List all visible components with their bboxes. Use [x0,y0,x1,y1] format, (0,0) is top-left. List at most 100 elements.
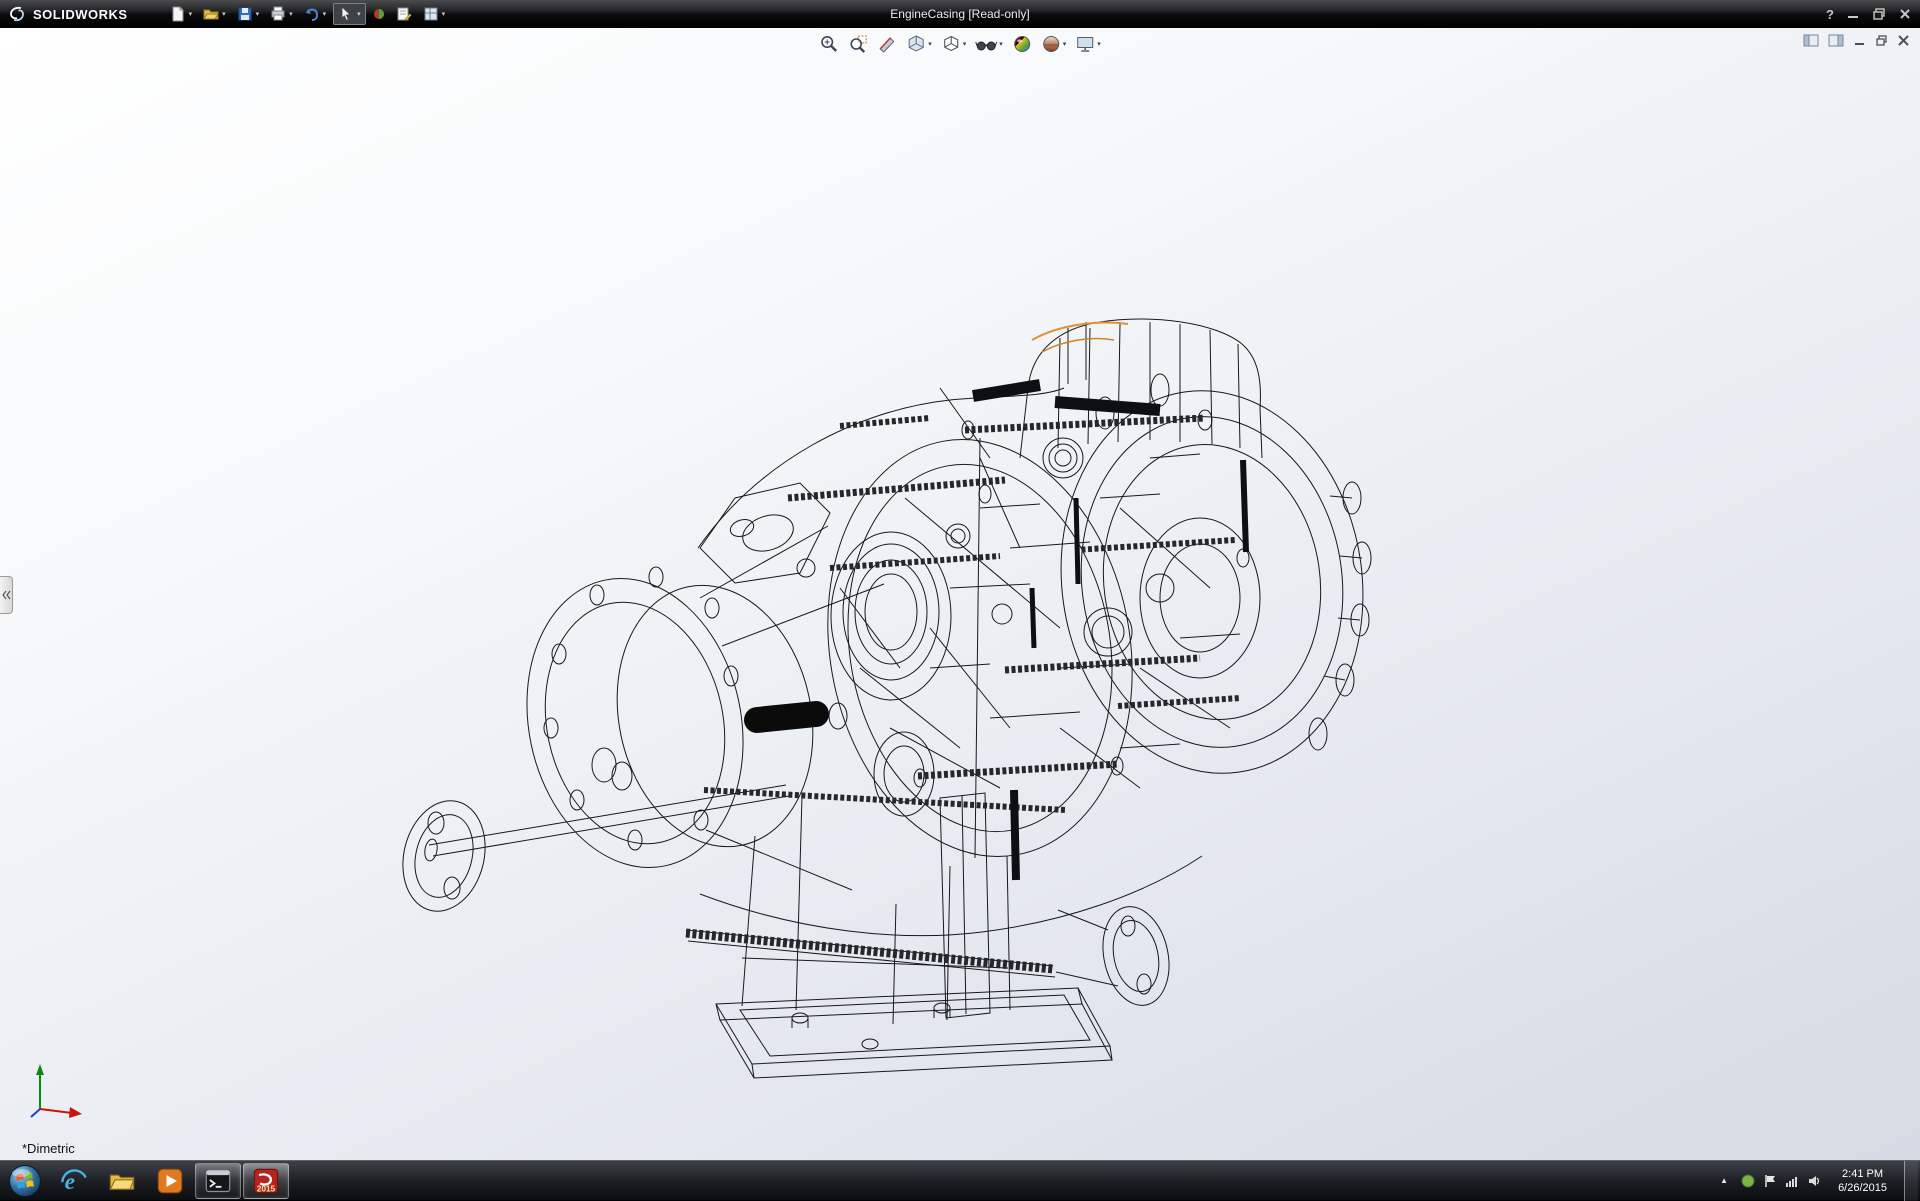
speaker-icon[interactable] [1807,1174,1821,1188]
zoom-to-area-icon [848,34,868,54]
heads-up-view-toolbar: ▾ ▾ ▾ [818,33,1102,55]
command-prompt-icon [204,1167,232,1195]
network-icon[interactable] [1785,1174,1799,1188]
view-orientation-button[interactable]: ▾ [905,33,933,55]
media-player-icon [156,1167,184,1195]
select-tool-button[interactable]: ▾ [333,3,366,25]
clock-date: 6/26/2015 [1838,1181,1887,1195]
view-cube-icon [906,34,926,54]
dropdown-caret-icon[interactable]: ▾ [928,41,932,48]
main-toolbar: ▾ ▾ ▾ ▾ [166,3,450,25]
file-properties-button[interactable] [392,3,416,25]
undo-arrow-icon [304,6,320,22]
system-tray: ▲ 2:41 PM 6/26/2015 [1716,1161,1920,1200]
folder-icon [108,1167,136,1195]
section-view-icon [877,34,897,54]
x-axis [40,1109,72,1113]
restore-icon [1872,8,1886,20]
solidworks-app-icon: 2015 [252,1167,280,1195]
doc-minimize-icon[interactable] [1853,35,1866,46]
dropdown-caret-icon[interactable]: ▾ [1097,41,1101,48]
open-folder-icon [203,6,219,22]
xpress-products-button[interactable] [369,3,389,25]
close-button[interactable] [1898,8,1912,20]
section-view-button[interactable] [876,33,898,55]
resource-monitor-icon[interactable] [1741,1174,1755,1188]
apply-scene-button[interactable]: ▾ [1040,33,1068,55]
zoom-to-fit-icon [819,34,839,54]
action-center-flag-icon[interactable] [1763,1174,1777,1188]
print-icon [270,6,286,22]
doc-restore-icon[interactable] [1875,35,1888,46]
print-button[interactable]: ▾ [266,3,297,25]
sphere-icon [373,6,385,22]
help-icon[interactable]: ? [1826,7,1834,22]
panel-collapse-tab[interactable] [0,576,13,614]
z-axis [31,1109,40,1117]
taskbar-item-internet-explorer[interactable]: e [51,1163,97,1199]
start-button[interactable] [0,1161,50,1201]
scene-ball-icon [1041,34,1061,54]
open-button[interactable]: ▾ [199,3,230,25]
dropdown-caret-icon[interactable]: ▾ [963,41,967,48]
taskbar: e 2015 ▲ [0,1160,1920,1200]
taskbar-clock[interactable]: 2:41 PM 6/26/2015 [1830,1167,1895,1195]
display-style-button[interactable]: ▾ [940,33,968,55]
dropdown-caret-icon[interactable]: ▾ [222,11,226,18]
solidworks-logo-icon [8,5,26,23]
options-grid-icon [423,6,439,22]
doc-close-icon[interactable] [1897,35,1910,46]
dropdown-caret-icon[interactable]: ▾ [1063,41,1067,48]
undo-button[interactable]: ▾ [300,3,331,25]
tray-icons [1741,1174,1821,1188]
brand-label: SOLIDWORKS [33,7,128,22]
restore-button[interactable] [1872,8,1886,20]
titlebar: SOLIDWORKS ▾ ▾ ▾ [0,0,1920,28]
select-cursor-icon [338,6,354,22]
document-window-controls [1803,34,1910,47]
save-button[interactable]: ▾ [233,3,264,25]
model-wireframe [0,28,1920,1160]
hide-show-items-button[interactable]: ▾ [974,33,1004,55]
zoom-to-area-button[interactable] [847,33,869,55]
new-document-icon [170,6,186,22]
view-orientation-label: *Dimetric [22,1141,75,1156]
save-floppy-icon [237,6,253,22]
orientation-triad [26,1059,90,1126]
display-pane-toggle-icon[interactable] [1828,34,1844,47]
appearance-ball-icon [1012,34,1032,54]
minimize-button[interactable] [1846,8,1860,20]
show-desktop-button[interactable] [1904,1161,1918,1201]
window-controls: ? [1826,0,1912,28]
app-brand: SOLIDWORKS [0,0,140,28]
dropdown-caret-icon[interactable]: ▾ [323,11,327,18]
windows-start-orb-icon [8,1164,42,1198]
properties-sheet-icon [396,6,412,22]
tray-expand-icon[interactable]: ▲ [1716,1176,1732,1185]
view-settings-button[interactable]: ▾ [1074,33,1102,55]
dropdown-caret-icon[interactable]: ▾ [357,11,361,18]
edit-appearance-button[interactable] [1011,33,1033,55]
taskbar-item-command-prompt[interactable] [195,1163,241,1199]
internet-explorer-icon: e [60,1167,88,1195]
new-document-button[interactable]: ▾ [166,3,197,25]
dropdown-caret-icon[interactable]: ▾ [999,41,1003,48]
feature-pane-toggle-icon[interactable] [1803,34,1819,47]
display-style-cube-icon [941,34,961,54]
eyeglasses-icon [975,34,997,54]
taskbar-item-solidworks-2015[interactable]: 2015 [243,1163,289,1199]
svg-text:2015: 2015 [257,1184,276,1193]
minimize-icon [1846,8,1860,20]
dropdown-caret-icon[interactable]: ▾ [289,11,293,18]
taskbar-item-media-player[interactable] [147,1163,193,1199]
graphics-viewport[interactable]: ▾ ▾ ▾ [0,28,1920,1160]
monitor-icon [1075,34,1095,54]
chevron-left-icon [2,590,11,600]
zoom-to-fit-button[interactable] [818,33,840,55]
dropdown-caret-icon[interactable]: ▾ [256,11,260,18]
taskbar-item-windows-explorer[interactable] [99,1163,145,1199]
dropdown-caret-icon[interactable]: ▾ [189,11,193,18]
options-button[interactable]: ▾ [419,3,450,25]
dropdown-caret-icon[interactable]: ▾ [442,11,446,18]
close-icon [1898,8,1912,20]
